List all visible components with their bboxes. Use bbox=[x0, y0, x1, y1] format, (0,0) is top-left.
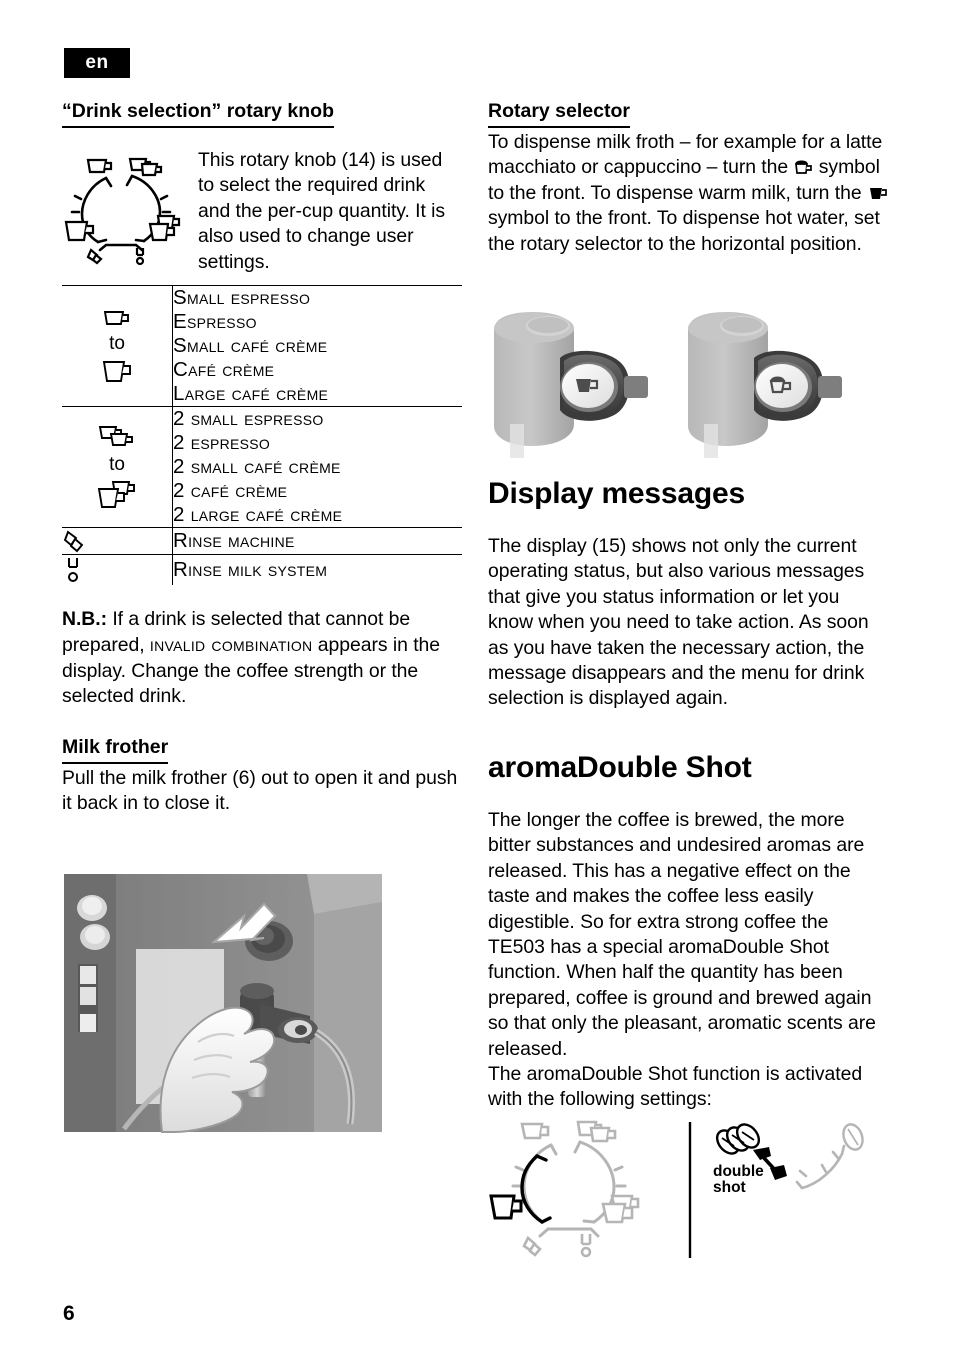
left-column: “Drink selection” rotary knob This rotar… bbox=[62, 100, 462, 816]
drink-icons-double: to bbox=[62, 406, 173, 528]
milk-frother-block: Milk frother Pull the milk frother (6) o… bbox=[62, 736, 462, 817]
milk-system-drop-icon bbox=[62, 555, 172, 585]
manual-page: en “Drink selection” rotary knob This ro… bbox=[0, 0, 954, 1354]
aroma-text-2: The aromaDouble Shot function is activat… bbox=[488, 1063, 863, 1111]
drink-icons-single: to bbox=[62, 285, 173, 407]
single-cup-large-icon bbox=[101, 359, 133, 385]
drink-label: Café Crème bbox=[173, 358, 275, 382]
dial bbox=[489, 1120, 640, 1258]
language-tab: en bbox=[64, 48, 130, 78]
language-tab-label: en bbox=[85, 52, 109, 73]
page-number: 6 bbox=[63, 1302, 75, 1325]
milk-frother-photo bbox=[64, 874, 382, 1133]
rotary-selector-text: To dispense milk froth – for example for… bbox=[488, 130, 888, 257]
table-row: to 2 small espresso 2 espresso 2 small c… bbox=[62, 406, 462, 528]
drink-label: Rinse milk system bbox=[173, 558, 328, 582]
drink-label: 2 small Café Crème bbox=[173, 455, 341, 479]
drink-selection-table: to Small Espresso Espre bbox=[62, 285, 462, 586]
drink-label: Small Café Crème bbox=[173, 334, 328, 358]
rinse-machine-icon-cell bbox=[62, 527, 173, 555]
drink-label: 2 Café Crème bbox=[173, 479, 288, 503]
double-cup-large-icon bbox=[97, 480, 137, 510]
drink-labels-single: Small Espresso Espresso Small Café Crème… bbox=[172, 285, 462, 407]
display-messages-heading: Display messages bbox=[488, 477, 745, 510]
nb-message-name: Invalid combination bbox=[149, 633, 313, 657]
drink-labels-double: 2 small Espresso 2 Espresso 2 small Café… bbox=[172, 406, 462, 528]
table-row: Rinse machine bbox=[62, 527, 462, 555]
nb-prefix: N.B.: bbox=[62, 608, 107, 631]
table-row: Rinse milk system bbox=[62, 554, 462, 586]
milk-frother-text: Pull the milk frother (6) out to open it… bbox=[62, 766, 458, 815]
aroma-settings-figure: double shot bbox=[488, 1118, 888, 1303]
milk-froth-cup-icon bbox=[793, 157, 813, 176]
range-to-label: to bbox=[109, 332, 125, 354]
knob-intro-text: This rotary knob (14) is used to select … bbox=[198, 149, 446, 273]
rinse-milk-icon-cell bbox=[62, 554, 173, 586]
single-cup-small-icon bbox=[102, 308, 132, 328]
table-row: to Small Espresso Espre bbox=[62, 285, 462, 407]
knob-intro-row: This rotary knob (14) is used to select … bbox=[62, 148, 462, 275]
drink-label: Large Café Crème bbox=[173, 382, 329, 406]
double-cup-small-icon bbox=[98, 425, 136, 449]
display-messages-block: Display messages The display (15) shows … bbox=[488, 476, 888, 712]
strength-dial: double shot bbox=[713, 1123, 864, 1196]
knob-intro-text-wrap: This rotary knob (14) is used to select … bbox=[192, 148, 462, 275]
aroma-text-1: The longer the coffee is brewed, the mor… bbox=[488, 809, 876, 1060]
drink-label: Rinse machine bbox=[173, 529, 295, 553]
rotary-selector-photos bbox=[488, 306, 888, 461]
display-messages-text: The display (15) shows not only the curr… bbox=[488, 535, 869, 710]
drink-label: Espresso bbox=[173, 310, 257, 334]
right-column: Rotary selector To dispense milk froth –… bbox=[488, 100, 888, 257]
aroma-double-shot-heading: aromaDouble Shot bbox=[488, 751, 752, 784]
milk-frother-heading: Milk frother bbox=[62, 736, 169, 764]
rinse-milk-label-cell: Rinse milk system bbox=[172, 554, 462, 586]
double-shot-label-line1: double bbox=[713, 1163, 764, 1180]
rinse-machine-label-cell: Rinse machine bbox=[172, 527, 462, 555]
drink-selection-heading: “Drink selection” rotary knob bbox=[62, 100, 334, 128]
drink-label: Small Espresso bbox=[173, 286, 311, 310]
rotary-knob-dial-icon bbox=[62, 148, 192, 266]
drink-label: 2 Espresso bbox=[173, 431, 271, 455]
nb-paragraph: N.B.: If a drink is selected that cannot… bbox=[62, 607, 462, 710]
rotary-text-2b: symbol to the front. bbox=[488, 207, 652, 230]
range-to-label: to bbox=[109, 453, 125, 475]
rotary-text-2a: To dispense warm milk, turn the bbox=[590, 181, 867, 204]
drink-label: 2 small Espresso bbox=[173, 407, 324, 431]
double-shot-label-line2: shot bbox=[713, 1179, 746, 1196]
warm-milk-cup-icon bbox=[867, 183, 887, 202]
drink-label: 2 large Café Crème bbox=[173, 503, 343, 527]
rotary-selector-heading: Rotary selector bbox=[488, 100, 630, 128]
water-drops-icon bbox=[62, 528, 172, 554]
aroma-double-shot-block: aromaDouble Shot The longer the coffee i… bbox=[488, 750, 888, 1113]
